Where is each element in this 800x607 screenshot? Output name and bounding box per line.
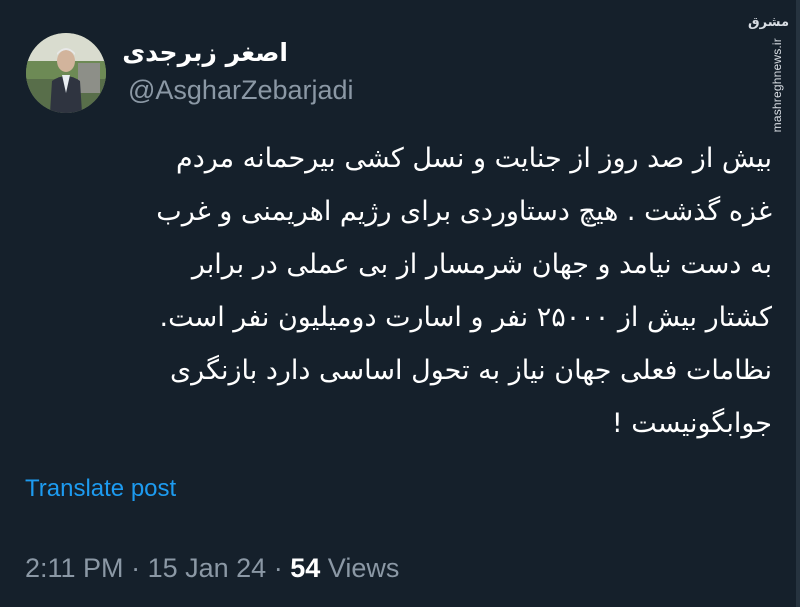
tweet-line: غزه گذشت . هیچ دستاوردی برای رژیم اهریمن… xyxy=(156,196,772,227)
tweet-line: بیش از صد روز از جنایت و نسل کشی بیرحمان… xyxy=(175,143,772,174)
tweet-date[interactable]: 15 Jan 24 xyxy=(148,553,267,583)
meta-separator: · xyxy=(273,553,283,583)
tweet-meta: 2:11 PM · 15 Jan 24 · 54 Views xyxy=(25,551,399,585)
tweet-line: جوابگونیست ! xyxy=(611,408,772,439)
avatar-photo xyxy=(26,33,106,113)
tweet-body: بیش از صد روز از جنایت و نسل کشی بیرحمان… xyxy=(20,132,772,450)
tweet-line: نظامات فعلی جهان نیاز به تحول اساسی دارد… xyxy=(170,355,772,386)
tweet-line: کشتار بیش از ۲۵۰۰۰ نفر و اسارت دومیلیون … xyxy=(159,302,773,333)
watermark: مشرق mashreghnews.ir xyxy=(748,10,789,132)
tweet-time[interactable]: 2:11 PM xyxy=(25,553,124,583)
watermark-site: mashreghnews.ir xyxy=(770,38,784,133)
translate-post-link[interactable]: Translate post xyxy=(25,474,176,504)
views-count[interactable]: 54 xyxy=(290,553,320,583)
author-handle[interactable]: @AsgharZebarjadi xyxy=(128,74,354,106)
scrollbar-edge xyxy=(796,0,800,607)
avatar[interactable] xyxy=(26,33,106,113)
watermark-logo: مشرق xyxy=(748,15,789,30)
tweet-line: به دست نیامد و جهان شرمسار از بی عملی در… xyxy=(191,249,772,280)
author-display-name[interactable]: اصغر زبرجدی xyxy=(122,36,288,70)
tweet-card: اصغر زبرجدی @AsgharZebarjadi مشرق mashre… xyxy=(0,0,800,607)
meta-separator: · xyxy=(131,553,141,583)
views-label[interactable]: Views xyxy=(328,553,400,583)
